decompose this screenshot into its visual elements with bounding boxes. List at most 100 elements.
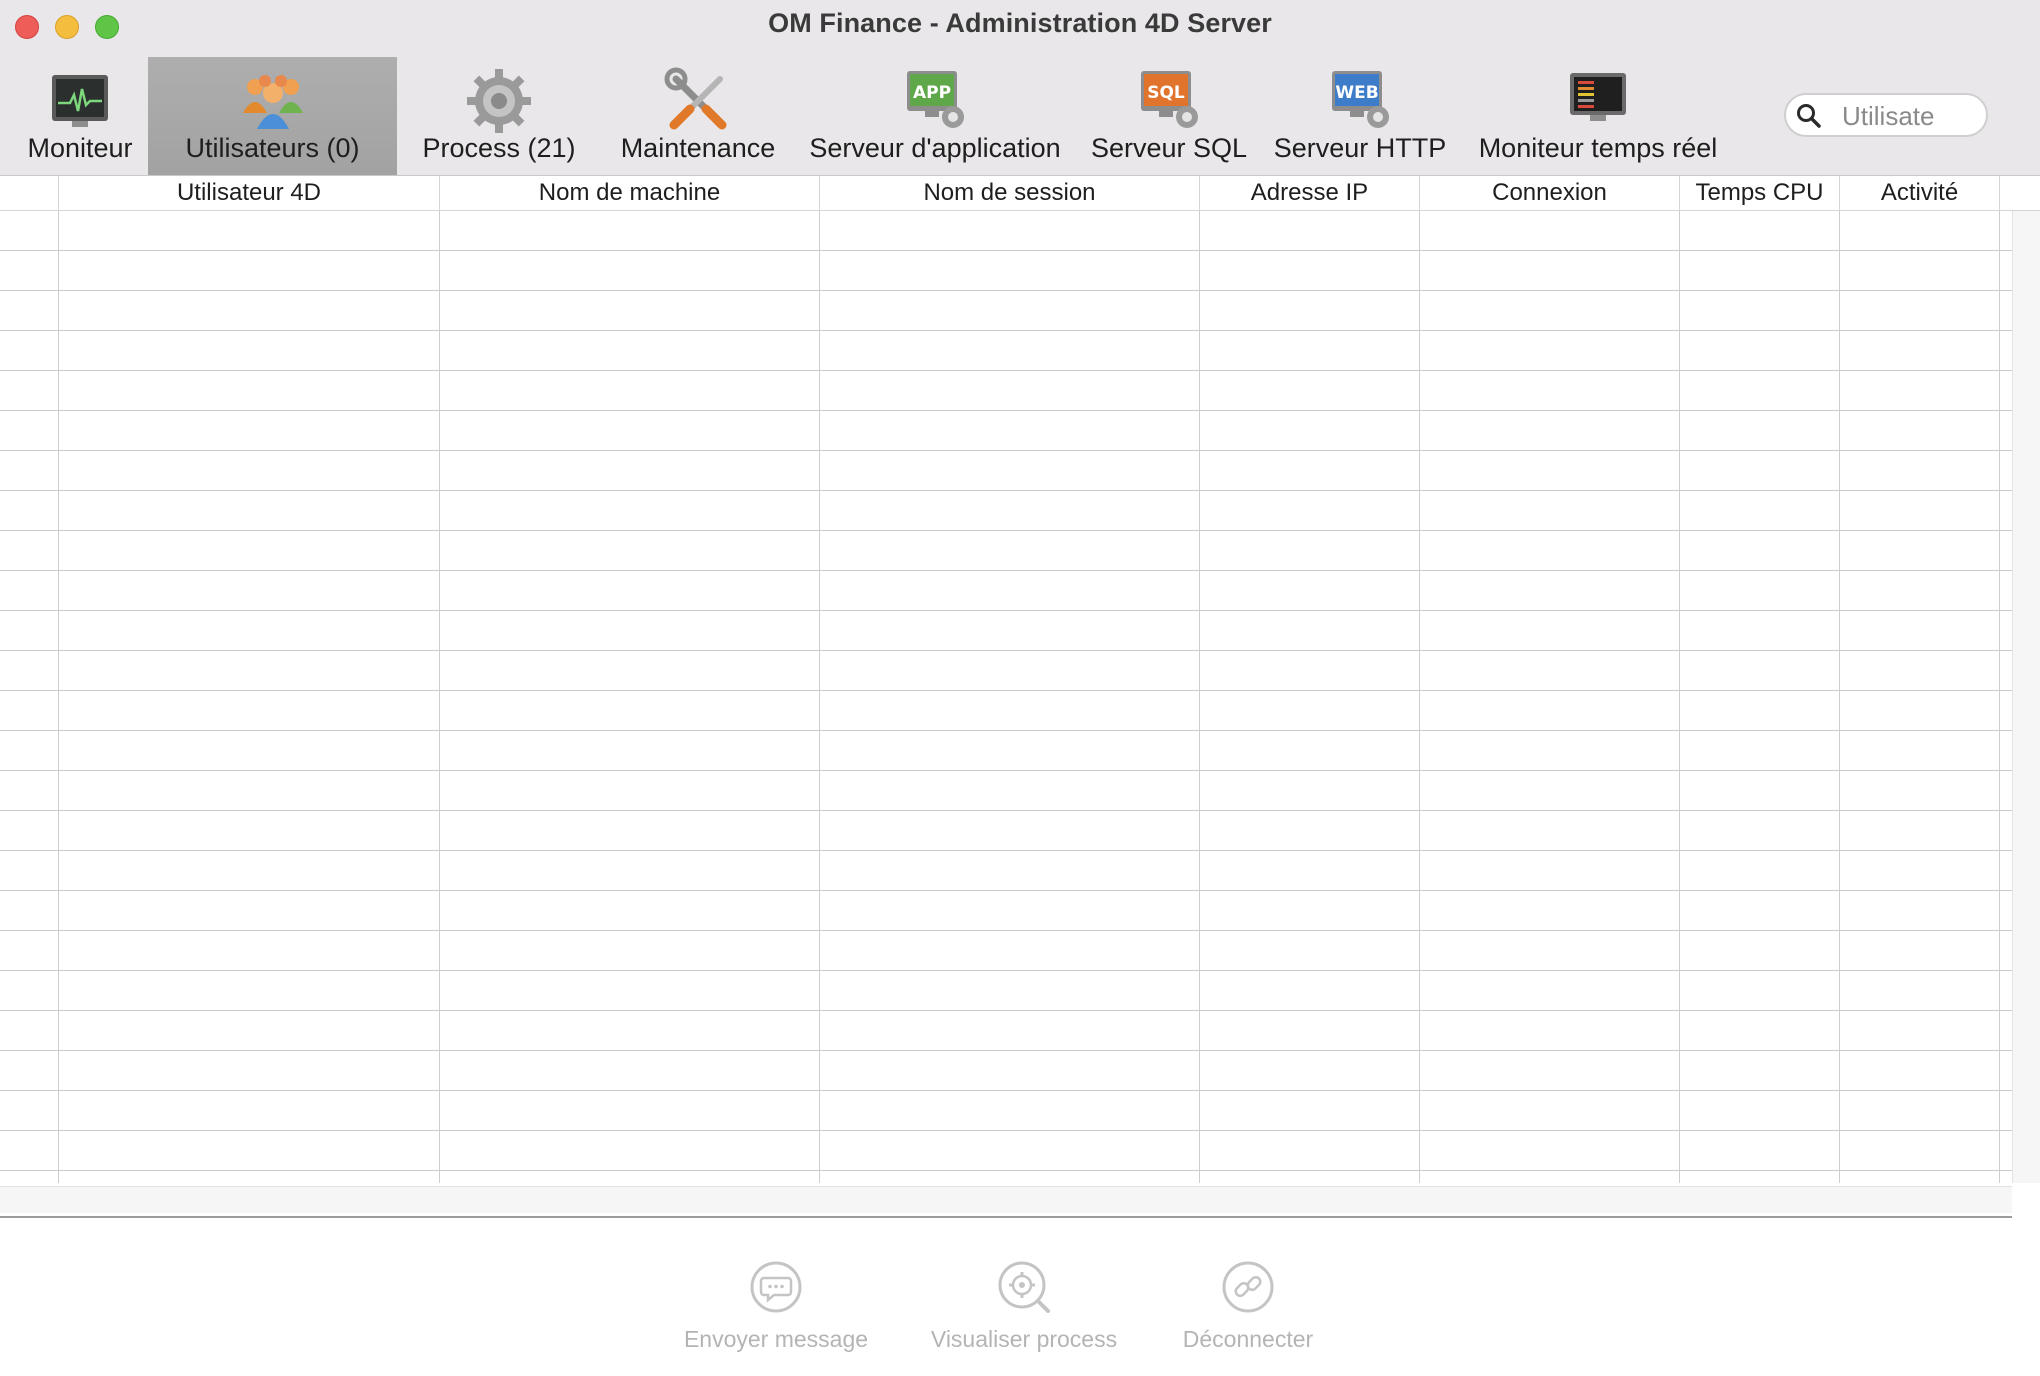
table-row[interactable]: [0, 851, 2012, 891]
table-row[interactable]: [0, 931, 2012, 971]
table-cell-divider: [1839, 1171, 1840, 1183]
table-row[interactable]: [0, 451, 2012, 491]
table-cell-divider: [1839, 771, 1840, 811]
table-cell-divider: [1419, 291, 1420, 331]
table-cell-divider: [439, 931, 440, 971]
table-cell-divider: [1199, 731, 1200, 771]
table-row[interactable]: [0, 531, 2012, 571]
table-row[interactable]: [0, 891, 2012, 931]
table-row[interactable]: [0, 651, 2012, 691]
table-cell-divider: [1839, 931, 1840, 971]
table-cell-divider: [1999, 491, 2000, 531]
app-window: OM Finance - Administration 4D Server Mo…: [0, 0, 2040, 1376]
table-row[interactable]: [0, 211, 2012, 251]
table-cell-divider: [1419, 1131, 1420, 1171]
table-cell-divider: [439, 571, 440, 611]
table-cell-divider: [1199, 211, 1200, 251]
table-row[interactable]: [0, 611, 2012, 651]
table-cell-divider: [1679, 1171, 1680, 1183]
table-cell-divider: [1839, 251, 1840, 291]
table-cell-divider: [58, 611, 59, 651]
table-cell-divider: [819, 571, 820, 611]
table-cell-divider: [1679, 331, 1680, 371]
table-row[interactable]: [0, 691, 2012, 731]
table-cell-divider: [1679, 931, 1680, 971]
table-row[interactable]: [0, 731, 2012, 771]
table-cell-divider: [439, 1131, 440, 1171]
tab-label: Moniteur temps réel: [1478, 133, 1718, 163]
table-cell-divider: [58, 1131, 59, 1171]
table-cell-divider: [1679, 291, 1680, 331]
table-row[interactable]: [0, 811, 2012, 851]
horizontal-scrollbar[interactable]: [0, 1186, 2012, 1213]
table-cell-divider: [439, 771, 440, 811]
table-cell-divider: [1419, 1091, 1420, 1131]
table-row[interactable]: [0, 491, 2012, 531]
table-cell-divider: [1999, 451, 2000, 491]
table-cell-divider: [1419, 331, 1420, 371]
table-row[interactable]: [0, 371, 2012, 411]
table-row[interactable]: [0, 1011, 2012, 1051]
column-header-activite[interactable]: Activité: [1839, 176, 1999, 210]
table-row[interactable]: [0, 571, 2012, 611]
table-cell-divider: [1679, 691, 1680, 731]
table-row[interactable]: [0, 1091, 2012, 1131]
table-cell-divider: [439, 491, 440, 531]
table-cell-divider: [1419, 531, 1420, 571]
table-cell-divider: [439, 291, 440, 331]
table-cell-divider: [439, 691, 440, 731]
column-header-connexion[interactable]: Connexion: [1419, 176, 1679, 210]
tab-maintenance[interactable]: Maintenance: [608, 57, 788, 175]
column-header-ip[interactable]: Adresse IP: [1199, 176, 1419, 210]
vertical-scrollbar[interactable]: [2012, 211, 2040, 1183]
table-row[interactable]: [0, 1051, 2012, 1091]
table-cell-divider: [1999, 1131, 2000, 1171]
table-row[interactable]: [0, 411, 2012, 451]
table-cell-divider: [1199, 931, 1200, 971]
table-cell-divider: [1419, 211, 1420, 251]
realtime-monitor-icon: [1570, 73, 1626, 121]
tab-moniteur-temps-reel[interactable]: Moniteur temps réel: [1470, 57, 1726, 175]
table-row[interactable]: [0, 291, 2012, 331]
table-cell-divider: [1679, 1051, 1680, 1091]
send-message-button[interactable]: Envoyer message: [676, 1260, 876, 1360]
table-row[interactable]: [0, 1171, 2012, 1183]
column-header-index[interactable]: [0, 176, 58, 210]
table-cell-divider: [1199, 851, 1200, 891]
table-cell-divider: [1199, 771, 1200, 811]
tab-utilisateurs[interactable]: Utilisateurs (0): [148, 57, 397, 175]
tab-serveur-http[interactable]: WEB Serveur HTTP: [1268, 57, 1452, 175]
tab-moniteur[interactable]: Moniteur: [6, 57, 154, 175]
table-row[interactable]: [0, 771, 2012, 811]
tab-process[interactable]: Process (21): [408, 57, 590, 175]
table-cell-divider: [1999, 1051, 2000, 1091]
column-header-cpu[interactable]: Temps CPU: [1679, 176, 1839, 210]
disconnect-button[interactable]: Déconnecter: [1158, 1260, 1338, 1360]
view-process-button[interactable]: Visualiser process: [913, 1260, 1135, 1360]
table-cell-divider: [819, 1171, 820, 1183]
search-icon: [1797, 104, 1821, 128]
table-cell-divider: [1199, 1051, 1200, 1091]
tab-serveur-sql[interactable]: SQL Serveur SQL: [1088, 57, 1250, 175]
table-row[interactable]: [0, 251, 2012, 291]
table-body[interactable]: [0, 211, 2012, 1183]
table-cell-divider: [1199, 971, 1200, 1011]
title-bar[interactable]: OM Finance - Administration 4D Server: [0, 0, 2040, 57]
column-header-session[interactable]: Nom de session: [819, 176, 1199, 210]
table-row[interactable]: [0, 331, 2012, 371]
table-cell-divider: [1679, 611, 1680, 651]
table-cell-divider: [1679, 251, 1680, 291]
search-input[interactable]: [1842, 99, 1982, 133]
column-header-utilisateur[interactable]: Utilisateur 4D: [58, 176, 439, 210]
users-icon: [242, 75, 303, 129]
table-row[interactable]: [0, 971, 2012, 1011]
search-field[interactable]: [1784, 93, 1988, 137]
table-cell-divider: [58, 851, 59, 891]
table-cell-divider: [1419, 411, 1420, 451]
tab-serveur-application[interactable]: APP Serveur d'application: [800, 57, 1070, 175]
table-cell-divider: [1999, 851, 2000, 891]
table-cell-divider: [1839, 291, 1840, 331]
column-header-machine[interactable]: Nom de machine: [439, 176, 819, 210]
table-cell-divider: [439, 1091, 440, 1131]
table-row[interactable]: [0, 1131, 2012, 1171]
